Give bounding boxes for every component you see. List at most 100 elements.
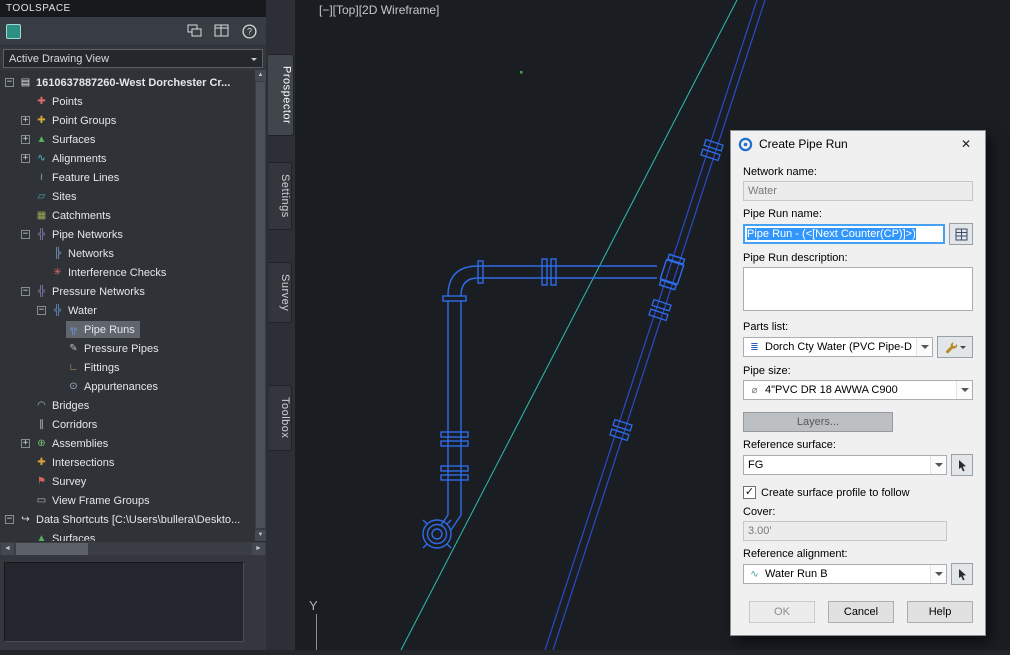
tree-item-content[interactable]: ▦ Catchments <box>34 207 116 224</box>
tree-item-content[interactable]: ⊙ Appurtenances <box>66 378 163 395</box>
tree-item[interactable]: ◠ Bridges <box>2 396 266 415</box>
tree-item-label: Appurtenances <box>84 380 158 393</box>
pick-surface-button[interactable] <box>951 454 973 476</box>
ok-button[interactable]: OK <box>749 601 815 623</box>
tree-item[interactable]: ∟ Fittings <box>2 358 266 377</box>
horizontal-scrollbar-thumb[interactable] <box>16 543 88 555</box>
tree-item-content[interactable]: ✎ Pressure Pipes <box>66 340 164 357</box>
tree-item-content[interactable]: ◠ Bridges <box>34 397 94 414</box>
expander-icon[interactable]: − <box>21 287 30 296</box>
tree-horizontal-scrollbar[interactable]: ◄ ► <box>0 541 266 555</box>
tree-item-content[interactable]: ✚ Intersections <box>34 454 119 471</box>
tree-item-content[interactable]: ▲ Surfaces <box>34 131 100 148</box>
tree-item-content[interactable]: ╬ Pipe Networks <box>34 226 128 243</box>
tree-item-content[interactable]: ╦ Pipe Runs <box>66 321 140 338</box>
tree-item[interactable]: − ╬ Water <box>2 301 266 320</box>
viewport-controls-label[interactable]: [−][Top][2D Wireframe] <box>319 3 439 17</box>
edit-parts-list-button[interactable] <box>937 336 973 358</box>
vertical-scrollbar-thumb[interactable] <box>256 82 265 528</box>
tree-item-content[interactable]: ✚ Points <box>34 93 88 110</box>
tree-item[interactable]: ▦ Catchments <box>2 206 266 225</box>
scroll-up-icon[interactable]: ▲ <box>255 70 266 81</box>
tree-item[interactable]: ▭ View Frame Groups <box>2 491 266 510</box>
expander-icon[interactable]: − <box>5 515 14 524</box>
layers-button[interactable]: Layers... <box>743 412 893 432</box>
expander-icon[interactable]: + <box>21 135 30 144</box>
expander-icon[interactable]: − <box>5 78 14 87</box>
reference-alignment-label: Reference alignment: <box>743 548 848 560</box>
pick-alignment-button[interactable] <box>951 563 973 585</box>
tree-item-content[interactable]: ╬ Pressure Networks <box>34 283 150 300</box>
pipe-run-name-input[interactable]: Pipe Run - (<[Next Counter(CP)]>) <box>743 224 945 244</box>
tree-item-content[interactable]: ↪ Data Shortcuts [C:\Users\bullera\Deskt… <box>18 511 245 528</box>
tree-item[interactable]: ⊙ Appurtenances <box>2 377 266 396</box>
toolspace-tab[interactable]: Toolbox <box>269 385 292 451</box>
scroll-left-icon[interactable]: ◄ <box>1 543 14 555</box>
tree-item-content[interactable]: ✚ Point Groups <box>34 112 121 129</box>
tree-item-content[interactable]: ⚑ Survey <box>34 473 91 490</box>
tree-item[interactable]: ✎ Pressure Pipes <box>2 339 266 358</box>
tree-item-content[interactable]: ╠ Networks <box>50 245 119 262</box>
bridges-icon: ◠ <box>37 400 46 411</box>
tree-item-content[interactable]: ∥ Corridors <box>34 416 102 433</box>
active-drawing-icon[interactable] <box>6 23 21 39</box>
tree-item[interactable]: ✚ Points <box>2 92 266 111</box>
tree-item[interactable]: ✚ Intersections <box>2 453 266 472</box>
tree-item[interactable]: + ✚ Point Groups <box>2 111 266 130</box>
tree-item[interactable]: ╦ Pipe Runs <box>2 320 266 339</box>
tree-item[interactable]: ∥ Corridors <box>2 415 266 434</box>
tree-item[interactable]: ▱ Sites <box>2 187 266 206</box>
tree-item-content[interactable]: ∿ Alignments <box>34 150 111 167</box>
reference-alignment-select[interactable]: ∿ Water Run B <box>743 564 947 584</box>
scroll-down-icon[interactable]: ▼ <box>255 530 266 541</box>
surface-profile-checkbox[interactable]: ✓ <box>743 486 756 499</box>
tree-item-content[interactable]: ⊕ Assemblies <box>34 435 113 452</box>
drawing-view-select[interactable]: Active Drawing View <box>3 49 263 68</box>
preview-layout-button[interactable] <box>211 20 233 42</box>
pipe-size-select[interactable]: ⌀ 4"PVC DR 18 AWWA C900 <box>743 380 973 400</box>
pipe-run-geometry[interactable] <box>422 253 686 549</box>
cancel-button[interactable]: Cancel <box>828 601 894 623</box>
tree-item[interactable]: + ∿ Alignments <box>2 149 266 168</box>
parts-list-select[interactable]: ≣ Dorch Cty Water (PVC Pipe-DIP F <box>743 337 933 357</box>
expander-icon[interactable]: − <box>37 306 46 315</box>
tree-item[interactable]: − ╬ Pressure Networks <box>2 282 266 301</box>
scroll-right-icon[interactable]: ► <box>252 543 265 555</box>
expander-icon[interactable]: + <box>21 116 30 125</box>
help-dialog-button[interactable]: Help <box>907 601 973 623</box>
description-field[interactable] <box>743 267 973 311</box>
reference-surface-select[interactable]: FG <box>743 455 947 475</box>
tree-item[interactable]: − ↪ Data Shortcuts [C:\Users\bullera\Des… <box>2 510 266 529</box>
toolspace-titlebar[interactable]: TOOLSPACE <box>0 0 266 17</box>
tree-item-content[interactable]: ∟ Fittings <box>66 359 124 376</box>
tree-item[interactable]: − ▤ 1610637887260-West Dorchester Cr... <box>2 73 266 92</box>
tree-item[interactable]: ▲ Surfaces <box>2 529 266 542</box>
tree-item-content[interactable]: ▱ Sites <box>34 188 81 205</box>
expander-icon[interactable]: + <box>21 439 30 448</box>
close-button[interactable]: ✕ <box>949 132 983 156</box>
name-template-button[interactable] <box>949 223 973 245</box>
tree-item-content[interactable]: ✳ Interference Checks <box>50 264 171 281</box>
tree-item[interactable]: + ⊕ Assemblies <box>2 434 266 453</box>
surface-profile-option[interactable]: ✓ Create surface profile to follow <box>743 486 973 499</box>
tree-item-content[interactable]: ≀ Feature Lines <box>34 169 124 186</box>
tree-item-content[interactable]: ▤ 1610637887260-West Dorchester Cr... <box>18 74 235 91</box>
toolspace-tab[interactable]: Survey <box>269 261 292 324</box>
expander-icon[interactable]: + <box>21 154 30 163</box>
tree-item[interactable]: − ╬ Pipe Networks <box>2 225 266 244</box>
dialog-titlebar[interactable]: Create Pipe Run ✕ <box>731 131 985 157</box>
help-button[interactable]: ? <box>238 20 260 42</box>
toolspace-tab[interactable]: Prospector <box>267 54 294 137</box>
tree-item-content[interactable]: ╬ Water <box>50 302 102 319</box>
tree-item-content[interactable]: ▲ Surfaces <box>34 530 100 542</box>
tree-item[interactable]: ✳ Interference Checks <box>2 263 266 282</box>
expander-icon[interactable]: − <box>21 230 30 239</box>
item-view-toggle-button[interactable] <box>184 20 206 42</box>
tree-item-content[interactable]: ▭ View Frame Groups <box>34 492 155 509</box>
tree-item[interactable]: ≀ Feature Lines <box>2 168 266 187</box>
tree-item[interactable]: + ▲ Surfaces <box>2 130 266 149</box>
tree-item[interactable]: ╠ Networks <box>2 244 266 263</box>
toolspace-tab[interactable]: Settings <box>269 162 292 230</box>
tree-item[interactable]: ⚑ Survey <box>2 472 266 491</box>
tree-vertical-scrollbar[interactable]: ▲ ▼ <box>255 70 266 541</box>
